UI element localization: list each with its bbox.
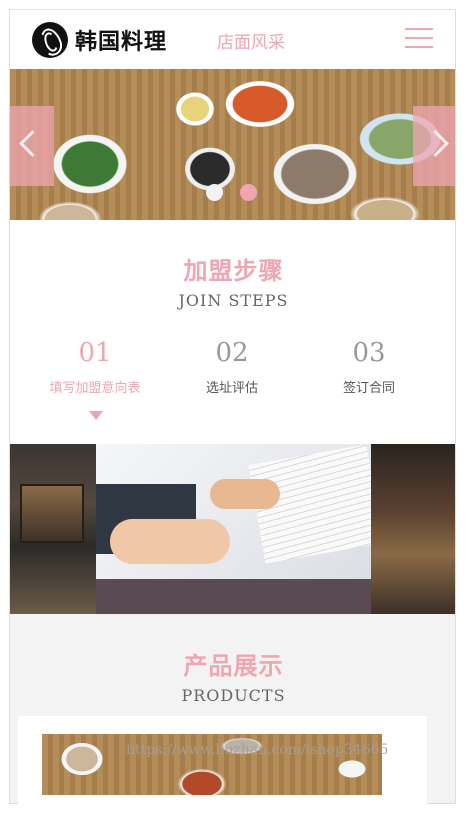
slide-dot-2-active[interactable]: [240, 184, 257, 201]
step-1[interactable]: 01 填写加盟意向表: [20, 338, 170, 396]
products-subtitle: PRODUCTS: [181, 686, 286, 705]
join-steps-subtitle: JOIN STEPS: [178, 291, 289, 310]
site-logo[interactable]: 韩国料理: [32, 22, 167, 58]
chevron-right-icon[interactable]: [413, 106, 455, 186]
flame-logo-icon: [32, 22, 68, 58]
step-photo-carousel[interactable]: [10, 444, 455, 614]
photo-detail-desk: [96, 579, 371, 614]
photo-detail-hand: [110, 519, 230, 564]
hero-banner: [10, 69, 455, 220]
step-label: 选址评估: [205, 381, 258, 396]
step-label: 签订合同: [342, 381, 395, 396]
watermark-text: https://www.huzhan.com/ishop34665: [126, 742, 389, 758]
site-header: 韩国料理 店面风采: [10, 10, 455, 69]
step-number: 03: [352, 338, 386, 368]
products-title: 产品展示: [183, 652, 284, 680]
slide-dot-1[interactable]: [206, 184, 223, 201]
photo-detail-hand: [210, 479, 280, 509]
step-label: 填写加盟意向表: [49, 381, 141, 396]
nav-title-store-style[interactable]: 店面风采: [217, 28, 285, 53]
step-number: 01: [78, 338, 112, 368]
step-2[interactable]: 02 选址评估: [157, 338, 307, 396]
page-frame: 韩国料理 店面风采 加盟步骤 JOIN STEPS 01 填写加盟意向表 02 …: [9, 9, 456, 804]
chevron-left-icon[interactable]: [10, 106, 54, 186]
storefront-photo: [10, 444, 96, 614]
mall-interior-photo: [371, 444, 455, 614]
logo-text: 韩国料理: [75, 30, 168, 55]
step-3[interactable]: 03 签订合同: [294, 338, 444, 396]
hamburger-menu-icon[interactable]: [405, 28, 435, 50]
step-number: 02: [215, 338, 249, 368]
join-steps-title: 加盟步骤: [183, 257, 284, 285]
active-step-indicator-icon: [89, 411, 103, 420]
